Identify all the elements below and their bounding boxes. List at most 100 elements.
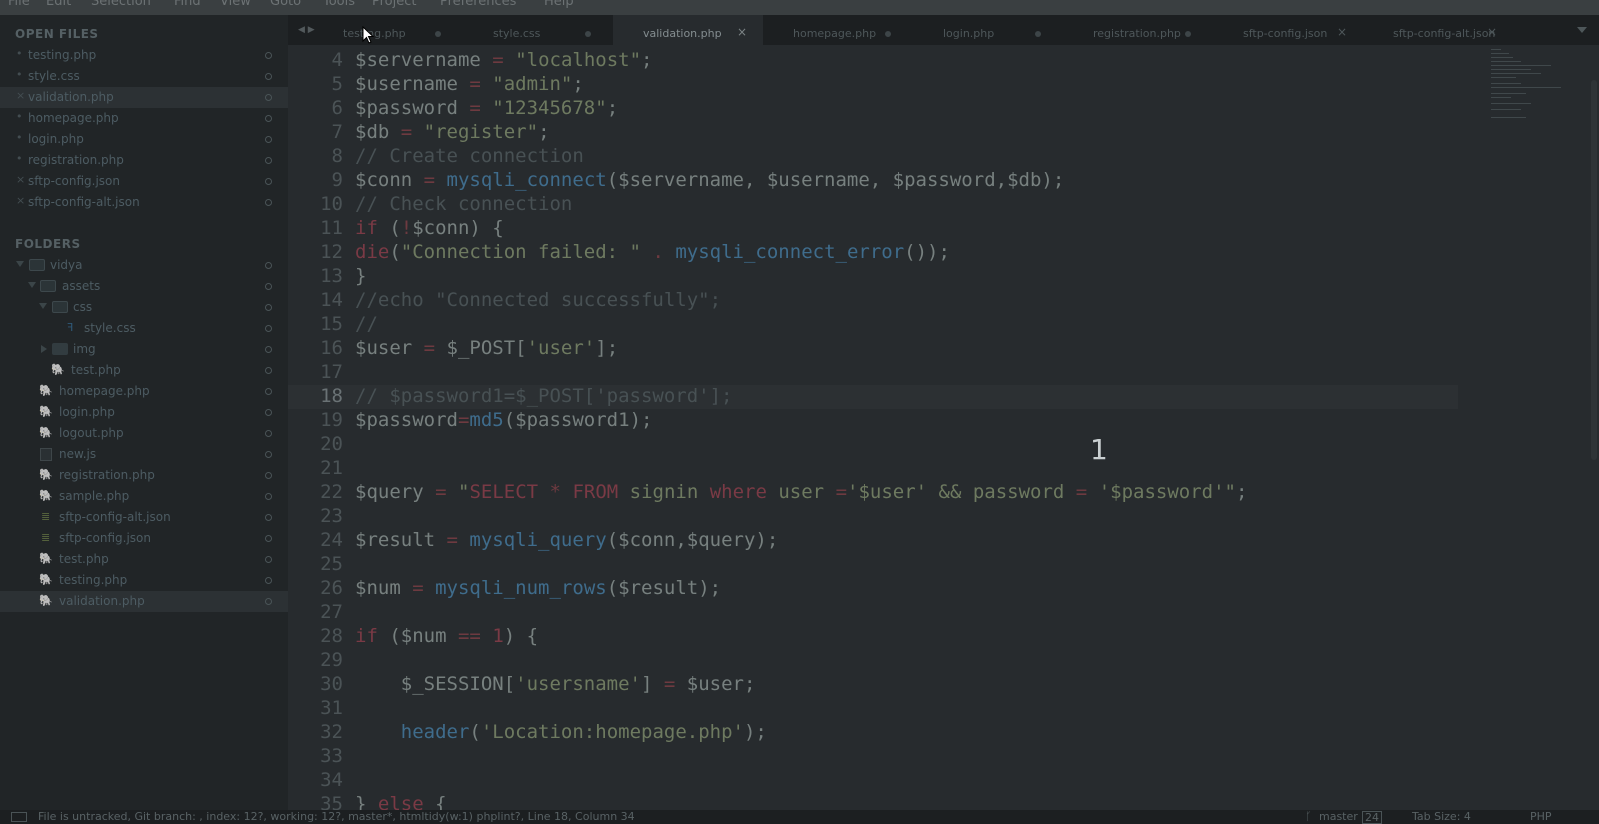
php-elephant-icon: 🐘: [39, 405, 53, 418]
git-branch[interactable]: master: [1319, 810, 1358, 823]
open-file-item[interactable]: • registration.php: [0, 150, 288, 171]
line-number: 26: [320, 577, 343, 599]
close-circle-icon: [265, 346, 272, 353]
open-file-label: testing.php: [28, 48, 97, 62]
file-item[interactable]: ≣ sftp-config-alt.json: [0, 507, 288, 528]
file-item[interactable]: 🐘 test.php: [0, 549, 288, 570]
php-elephant-icon: 🐘: [39, 594, 53, 607]
collapse-arrow-icon[interactable]: [41, 345, 47, 353]
tree-label: login.php: [59, 405, 115, 419]
tab-sftp-config[interactable]: sftp-config.json ×: [1213, 15, 1363, 45]
menu-goto[interactable]: Goto: [270, 0, 301, 9]
tab-testing[interactable]: testing.php: [313, 15, 463, 45]
menu-preferences[interactable]: Preferences: [440, 0, 516, 9]
vertical-scrollbar[interactable]: [1591, 80, 1597, 460]
folder-item-img[interactable]: img: [0, 339, 288, 360]
file-item[interactable]: 🐘 homepage.php: [0, 381, 288, 402]
code-line: header('Location:homepage.php');: [400, 721, 767, 743]
open-file-item[interactable]: × sftp-config.json: [0, 171, 288, 192]
tree-label: vidya: [50, 258, 83, 272]
open-file-label: sftp-config.json: [28, 174, 120, 188]
tab-close-icon[interactable]: ×: [1337, 25, 1347, 39]
mouse-pointer-icon: [362, 26, 375, 44]
panel-toggle-icon[interactable]: [11, 812, 27, 822]
folder-item-css[interactable]: css: [0, 297, 288, 318]
close-icon[interactable]: ×: [16, 194, 25, 207]
menu-tools[interactable]: Tools: [323, 0, 355, 9]
file-item[interactable]: 🐘 sample.php: [0, 486, 288, 507]
open-file-item[interactable]: • login.php: [0, 129, 288, 150]
open-file-item[interactable]: × sftp-config-alt.json: [0, 192, 288, 213]
close-circle-icon[interactable]: [265, 136, 272, 143]
close-circle-icon[interactable]: [265, 178, 272, 185]
tab-style[interactable]: style.css: [463, 15, 613, 45]
overlay-label: 1: [1090, 433, 1108, 466]
tab-validation[interactable]: validation.php ×: [613, 15, 763, 45]
minimap[interactable]: [1491, 47, 1581, 137]
git-branch-count: 24: [1362, 811, 1382, 824]
open-file-item[interactable]: • homepage.php: [0, 108, 288, 129]
file-item[interactable]: 🐘 test.php: [0, 360, 288, 381]
file-item[interactable]: ≣ sftp-config.json: [0, 528, 288, 549]
close-circle-icon[interactable]: [265, 199, 272, 206]
tab-close-icon[interactable]: ×: [1487, 25, 1497, 39]
line-number: 4: [331, 49, 343, 71]
file-item[interactable]: 🐘 registration.php: [0, 465, 288, 486]
file-item[interactable]: 🐘 logout.php: [0, 423, 288, 444]
unsaved-dot-icon: •: [16, 152, 23, 165]
menu-help[interactable]: Help: [544, 0, 574, 9]
open-file-item-selected[interactable]: × validation.php: [0, 87, 288, 108]
open-file-item[interactable]: • testing.php: [0, 45, 288, 66]
open-file-item[interactable]: • style.css: [0, 66, 288, 87]
menu-project[interactable]: Project: [372, 0, 416, 9]
tab-close-icon[interactable]: ×: [737, 25, 747, 39]
menu-find[interactable]: Find: [174, 0, 201, 9]
file-item[interactable]: new.js: [0, 444, 288, 465]
syntax-mode[interactable]: PHP: [1530, 810, 1552, 823]
close-circle-icon[interactable]: [265, 52, 272, 59]
line-number: 15: [320, 313, 343, 335]
close-circle-icon: [265, 535, 272, 542]
git-branch-icon: ᚴ: [1305, 810, 1312, 823]
tab-login[interactable]: login.php: [913, 15, 1063, 45]
folder-open-icon: [52, 301, 68, 313]
unsaved-dot-icon: [435, 31, 441, 37]
file-item[interactable]: 🐘 login.php: [0, 402, 288, 423]
menu-selection[interactable]: Selection: [91, 0, 151, 9]
tab-sftp-config-alt[interactable]: sftp-config-alt.json ×: [1363, 15, 1513, 45]
line-number: 12: [320, 241, 343, 263]
file-item-selected[interactable]: 🐘 validation.php: [0, 591, 288, 612]
close-circle-icon[interactable]: [265, 115, 272, 122]
close-circle-icon[interactable]: [265, 94, 272, 101]
expand-arrow-icon[interactable]: [28, 282, 36, 288]
php-elephant-icon: 🐘: [39, 426, 53, 439]
expand-arrow-icon[interactable]: [39, 303, 47, 309]
menu-edit[interactable]: Edit: [46, 0, 71, 9]
tab-size[interactable]: Tab Size: 4: [1412, 810, 1471, 823]
tab-registration[interactable]: registration.php: [1063, 15, 1213, 45]
open-file-label: sftp-config-alt.json: [28, 195, 140, 209]
folder-item-vidya[interactable]: vidya: [0, 255, 288, 276]
close-icon[interactable]: ×: [16, 173, 25, 186]
expand-arrow-icon[interactable]: [16, 261, 24, 267]
line-number: 23: [320, 505, 343, 527]
close-circle-icon[interactable]: [265, 157, 272, 164]
tree-label: img: [73, 342, 96, 356]
tab-homepage[interactable]: homepage.php: [763, 15, 913, 45]
close-circle-icon: [265, 409, 272, 416]
file-item[interactable]: 🐘 testing.php: [0, 570, 288, 591]
line-number: 32: [320, 721, 343, 743]
tab-list-dropdown-icon[interactable]: [1577, 27, 1587, 33]
code-line: $username = "admin";: [355, 73, 584, 95]
folder-item-assets[interactable]: assets: [0, 276, 288, 297]
tab-label: registration.php: [1093, 27, 1181, 40]
file-item[interactable]: ꟻ style.css: [0, 318, 288, 339]
menu-file[interactable]: File: [8, 0, 30, 9]
line-number: 9: [331, 169, 343, 191]
menu-view[interactable]: View: [220, 0, 251, 9]
close-circle-icon[interactable]: [265, 73, 272, 80]
close-icon[interactable]: ×: [16, 89, 25, 102]
code-editor[interactable]: 4 5 6 7 8 9 10 11 12 13 14 15 16 17 18 1…: [288, 45, 1599, 810]
open-file-label: homepage.php: [28, 111, 119, 125]
tab-label: validation.php: [643, 27, 722, 40]
